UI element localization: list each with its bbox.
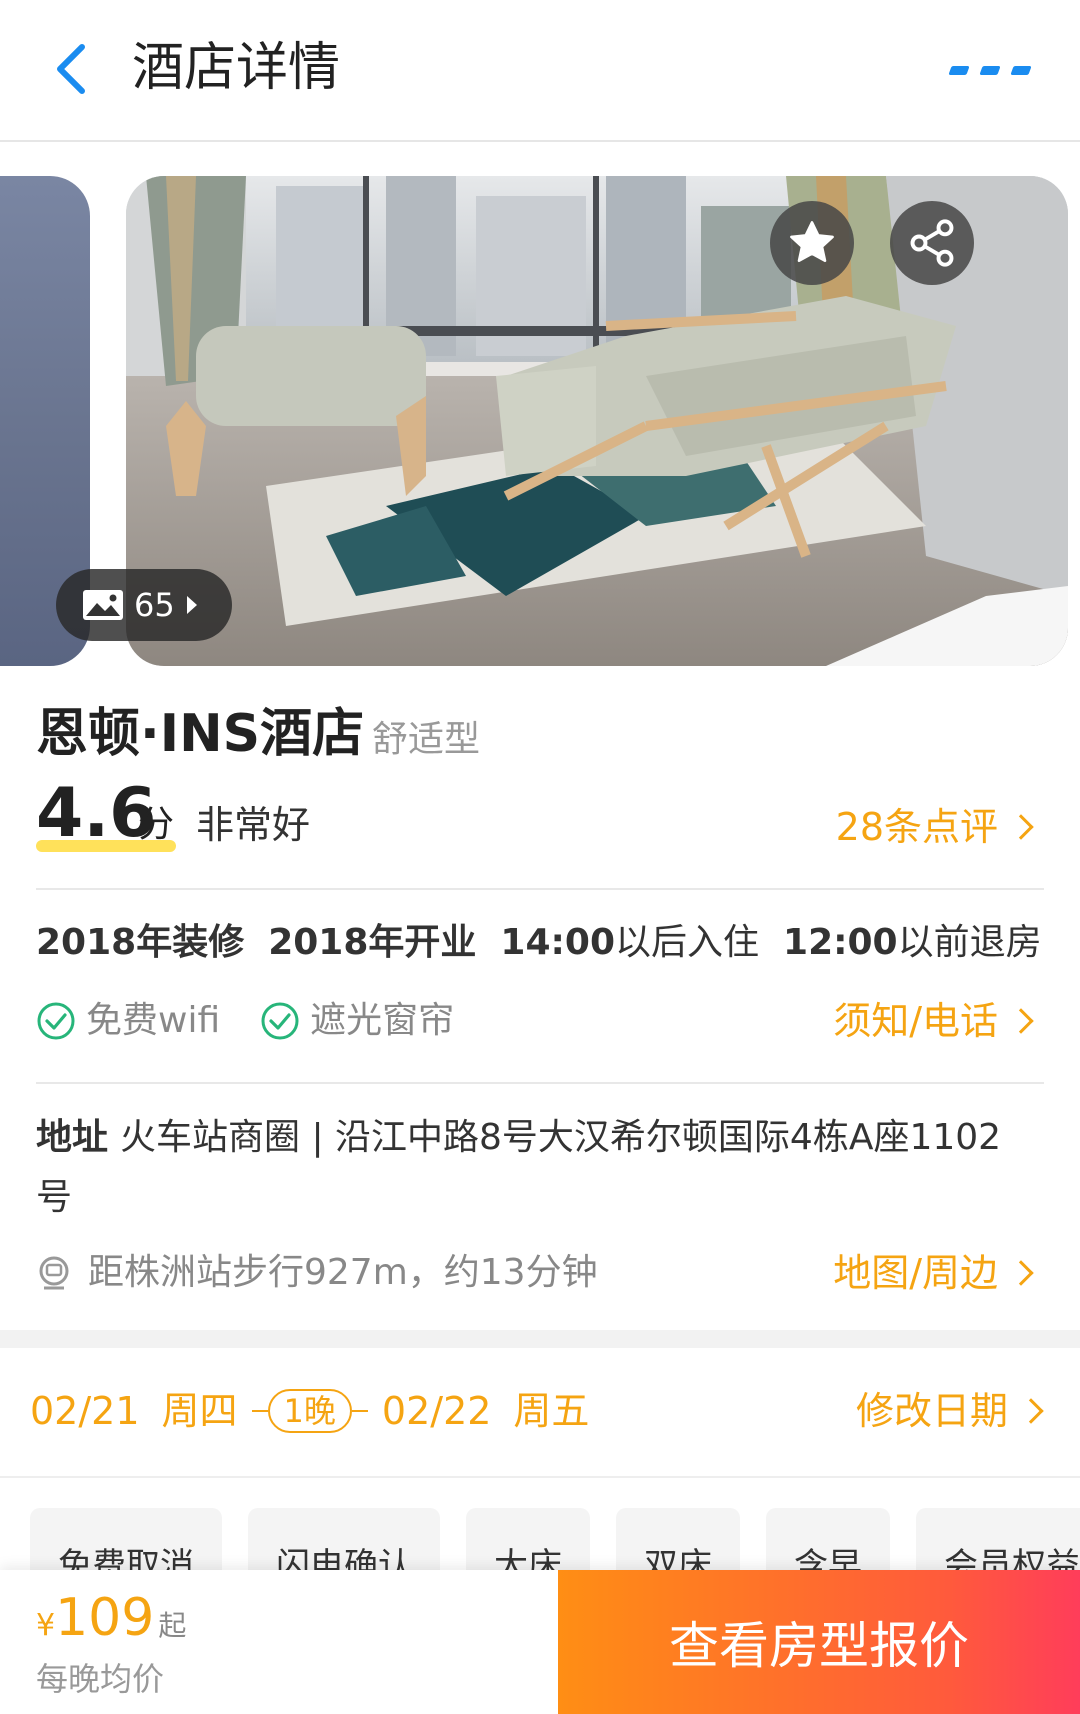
notice-phone-link[interactable]: 须知/电话: [833, 996, 1034, 1046]
checkin-date: 02/21: [30, 1389, 140, 1433]
photo-count-badge[interactable]: 65: [56, 569, 232, 641]
app-header: 酒店详情: [0, 0, 1080, 142]
transit-info: 距株洲站步行927m，约13分钟: [36, 1248, 598, 1298]
hotel-name: 恩顿·INS酒店: [36, 704, 365, 764]
opened-year: 2018年开业: [268, 922, 477, 963]
chevron-left-icon: [57, 44, 85, 94]
hotel-address: 地址 火车站商圈 | 沿江中路8号大汉希尔顿国际4栋A座1102号: [36, 1108, 1036, 1228]
divider: [36, 888, 1044, 890]
map-link-label: 地图/周边: [833, 1251, 998, 1295]
divider: [36, 1082, 1044, 1084]
view-room-prices-button[interactable]: 查看房型报价: [558, 1570, 1080, 1714]
chevron-right-icon: [1008, 1008, 1034, 1034]
chevron-right-icon: [1008, 1260, 1034, 1286]
amenity-list: 免费wifi 遮光窗帘: [36, 996, 454, 1046]
play-arrow-icon: [186, 596, 197, 614]
more-button[interactable]: [948, 55, 1032, 85]
edit-date-label: 修改日期: [855, 1389, 1008, 1433]
share-icon: [910, 219, 954, 267]
nights-indicator: 1晚: [251, 1389, 368, 1433]
renovated-year: 2018年装修: [36, 922, 245, 963]
address-label: 地址: [36, 1117, 109, 1158]
back-button[interactable]: [40, 38, 100, 100]
train-station-icon: [39, 1256, 69, 1290]
hotel-photo[interactable]: [126, 176, 1068, 666]
checkout-day: 周五: [513, 1389, 590, 1433]
section-separator: [0, 1330, 1080, 1348]
score-description: 非常好: [196, 803, 311, 847]
page-title: 酒店详情: [132, 38, 341, 98]
image-icon: [83, 590, 123, 620]
map-nearby-link[interactable]: 地图/周边: [833, 1248, 1034, 1298]
reviews-link-label: 28条点评: [835, 805, 998, 849]
nights-count: 1晚: [267, 1389, 352, 1433]
score-unit: 分: [138, 804, 175, 845]
hotel-type: 舒适型: [372, 719, 481, 760]
hotel-facts: 2018年装修 2018年开业 14:00以后入住 12:00以前退房: [36, 918, 1042, 968]
photo-gallery[interactable]: 65: [0, 176, 1080, 666]
chevron-right-icon: [1008, 814, 1034, 840]
amenity-item: 免费wifi: [36, 996, 220, 1046]
star-icon: [790, 221, 834, 263]
check-circle-icon: [261, 1002, 299, 1040]
price-currency: ¥: [36, 1608, 56, 1643]
edit-date-button[interactable]: 修改日期: [855, 1386, 1044, 1436]
date-bar[interactable]: 02/21 周四 1晚 02/22 周五 修改日期: [0, 1348, 1080, 1478]
address-text: 火车站商圈 | 沿江中路8号大汉希尔顿国际4栋A座1102号: [36, 1117, 1002, 1218]
checkout-date: 02/22: [381, 1389, 492, 1433]
checkin-day: 周四: [161, 1389, 238, 1433]
chevron-right-icon: [1018, 1398, 1044, 1424]
amenity-item: 遮光窗帘: [260, 996, 454, 1046]
checkout-info: 12:00以前退房: [783, 922, 1042, 963]
favorite-button[interactable]: [770, 201, 854, 285]
checkin-info: 14:00以后入住: [500, 922, 760, 963]
check-circle-icon: [37, 1002, 75, 1040]
price-suffix: 起: [158, 1609, 187, 1642]
price-display: ¥ 109 起: [36, 1588, 186, 1648]
bottom-bar: ¥ 109 起 每晚均价 查看房型报价: [0, 1570, 1080, 1714]
stay-dates[interactable]: 02/21 周四 1晚 02/22 周五: [30, 1386, 589, 1436]
price-amount: 109: [55, 1588, 155, 1648]
price-note: 每晚均价: [36, 1660, 165, 1698]
more-icon: [948, 65, 970, 75]
photo-count: 65: [134, 586, 175, 624]
transit-text: 距株洲站步行927m，约13分钟: [88, 1252, 598, 1293]
share-button[interactable]: [890, 201, 974, 285]
notice-link-label: 须知/电话: [833, 999, 998, 1043]
reviews-link[interactable]: 28条点评: [835, 802, 1034, 852]
